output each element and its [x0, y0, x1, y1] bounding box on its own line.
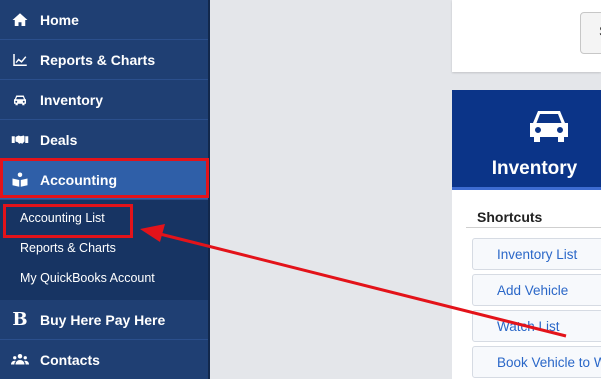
annotation-arrow — [140, 224, 567, 338]
